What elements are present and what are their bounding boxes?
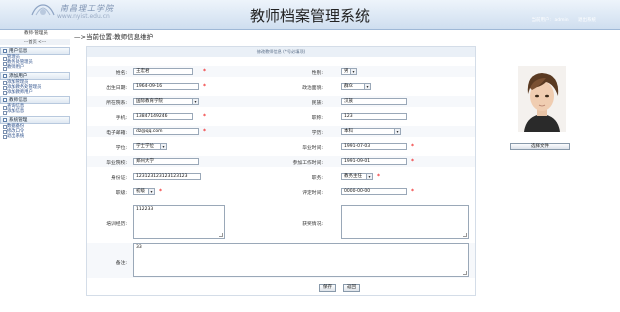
folder-icon [3,49,7,53]
phone-field[interactable]: 13847149246 [133,113,193,120]
chevron-down-icon: ▾ [350,69,356,74]
dept-label: 所在院系: [106,101,127,106]
name-label: 姓名: [115,71,127,76]
system-title: 教师档案管理系统 [249,7,370,25]
eval-field[interactable]: 0000-00-00 [341,188,407,195]
award-textarea[interactable] [341,205,469,239]
sidebar-section-add-users[interactable]: 添加用户 [0,71,70,80]
required-mark: * [203,128,206,135]
teacher-photo [518,66,566,132]
award-label: 获奖情况: [302,222,323,227]
work-time-label: 参加工作时间: [292,161,323,166]
portrait-icon [518,66,566,132]
save-button[interactable]: 保存 [319,284,336,292]
chevron-down-icon: ▾ [394,129,400,134]
degree-value: 学士学位 [136,144,154,149]
degree-label: 学位: [115,146,127,151]
email-label: 电子邮箱: [106,131,127,136]
work-time-field[interactable]: 1991-09-01 [341,158,407,165]
sidebar-section-users[interactable]: 用户信息 [0,47,70,55]
folder-icon [3,117,7,122]
rank-select[interactable]: 初级 ▾ [133,188,155,195]
politics-label: 政治面貌: [302,86,323,91]
sidebar-menu: 用户信息 管理员 教务处管理员 教师用户 添加用户 添加管理员 添加教务处管理员… [0,46,70,140]
edu-value: 本科 [344,129,353,134]
train-label: 培训经历: [106,222,127,227]
dept-value: 国际教育学院 [136,99,163,104]
user-info: 当前用户: admin 退出系统 [529,17,596,23]
id-field[interactable]: 123123123123123123 [133,173,201,180]
sidebar: 教师·管理员 ---首页 <--- 用户信息 管理员 教务处管理员 教师用户 添… [0,30,70,312]
sidebar-item-add-info[interactable]: 添加信息 [0,109,70,116]
required-mark: * [203,68,206,75]
required-mark: * [411,143,414,150]
politics-select[interactable]: 群众 ▾ [341,83,371,90]
breadcrumb: —>当前位置:教师信息维护 [74,33,154,41]
chevron-down-icon: ▾ [364,84,370,89]
rank-value: 初级 [136,189,145,194]
user-name: admin [554,18,569,23]
sidebar-item-add-teacher[interactable]: 添加教师用户 [0,90,70,96]
required-mark: * [411,158,414,165]
id-label: 身份证: [110,176,127,181]
choose-file-button[interactable]: 选择文件 [510,143,570,150]
sidebar-section-label: 系统管理 [9,117,28,123]
post-label: 职务: [311,176,323,181]
school-field[interactable]: 郑州大学 [133,158,199,165]
required-mark: * [203,83,206,90]
phone-label: 手机: [115,116,127,121]
politics-value: 群众 [344,84,353,89]
gender-label: 性别: [311,71,323,76]
post-value: 教务主任 [344,174,362,179]
sidebar-section-system[interactable]: 系统管理 [0,115,70,124]
user-label: 当前用户: [531,18,552,23]
sidebar-section-label: 教师信息 [9,98,28,104]
email-field[interactable]: dz@qq.com [133,128,199,135]
chevron-down-icon: ▾ [192,99,198,104]
gender-value: 男 [344,69,349,74]
nation-label: 民族: [311,101,323,106]
name-field[interactable]: 王宏君 [133,68,193,75]
required-mark: * [411,188,414,195]
sidebar-item-teacher-users[interactable]: 教师用户 [0,65,70,72]
header: 南昌理工学院 www.nyist.edu.cn 教师档案管理系统 当前用户: a… [0,0,620,30]
eval-label: 评定时间: [302,191,323,196]
sidebar-home-link[interactable]: ---首页 <--- [0,39,70,45]
title-label: 职称: [311,116,323,121]
sidebar-item-logout[interactable]: 退出系统 [0,134,70,140]
note-label: 备注: [115,261,127,266]
required-mark: * [203,113,206,120]
dept-select[interactable]: 国际教育学院 ▾ [133,98,199,105]
grad-time-field[interactable]: 1991-07-03 [341,143,407,150]
sidebar-section-label: 用户信息 [9,49,28,54]
sidebar-section-label: 添加用户 [9,73,28,79]
sidebar-section-teacher-info[interactable]: 教师信息 [0,96,70,105]
form-caption: 修改教师信息 (*号必填项) [87,47,475,57]
post-select[interactable]: 教务主任 ▾ [341,173,373,180]
required-mark: * [159,188,162,195]
folder-icon [3,98,7,103]
title-field[interactable]: 123 [341,113,407,120]
gender-select[interactable]: 男 ▾ [341,68,357,75]
chevron-down-icon: ▾ [148,189,154,194]
train-textarea[interactable]: 112233 [133,205,225,239]
folder-icon [3,73,7,78]
birth-field[interactable]: 1964-09-16 [133,83,199,90]
birth-label: 出生日期: [106,86,127,91]
edu-select[interactable]: 本科 ▾ [341,128,401,135]
note-textarea[interactable]: 33 [133,243,469,277]
school-label: 毕业院校: [106,161,127,166]
chevron-down-icon: ▾ [366,174,372,179]
back-button[interactable]: 返回 [343,284,360,292]
nation-field[interactable]: 汉族 [341,98,407,105]
degree-select[interactable]: 学士学位 ▾ [133,143,167,150]
required-mark: * [377,173,380,180]
rank-label: 职级: [115,191,127,196]
logout-link[interactable]: 退出系统 [578,18,596,23]
grad-time-label: 毕业时间: [302,146,323,151]
sidebar-role: 教师·管理员 [24,31,48,36]
edu-label: 学历: [311,131,323,136]
chevron-down-icon: ▾ [160,144,166,149]
teacher-edit-form: 修改教师信息 (*号必填项) 姓名: 王宏君 * 性别: 男 ▾ 出生日期: 1… [86,46,476,296]
